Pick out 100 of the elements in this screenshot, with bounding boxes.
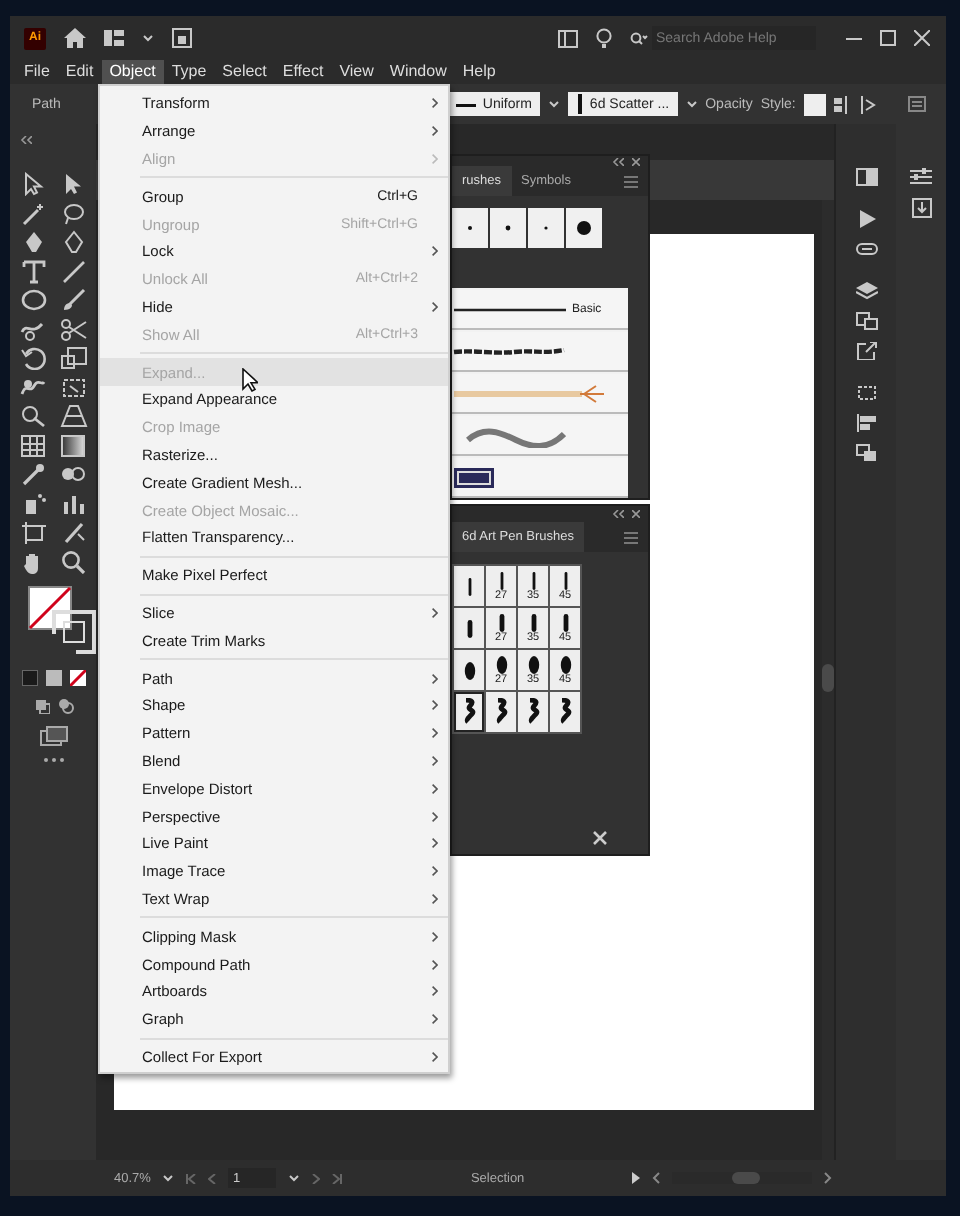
caret-icon[interactable] bbox=[685, 100, 698, 108]
stroke-swatch-icon[interactable] bbox=[51, 609, 95, 653]
scrollbar[interactable] bbox=[822, 200, 834, 1160]
close-icon[interactable] bbox=[632, 510, 640, 518]
previous-page-icon[interactable] bbox=[208, 1173, 217, 1183]
warp-icon[interactable] bbox=[19, 375, 47, 399]
color-mode-icon[interactable] bbox=[21, 669, 37, 685]
scrollbar-thumb[interactable] bbox=[822, 664, 834, 692]
menu-title[interactable]: File bbox=[16, 60, 58, 84]
search-icon[interactable] bbox=[630, 31, 648, 45]
caret-icon[interactable] bbox=[288, 1174, 301, 1182]
caret-icon[interactable] bbox=[142, 34, 154, 42]
type-icon[interactable] bbox=[19, 259, 47, 283]
menu-title[interactable]: Help bbox=[454, 60, 504, 84]
links-icon[interactable] bbox=[855, 240, 877, 258]
line-icon[interactable] bbox=[59, 259, 87, 283]
lasso-icon[interactable] bbox=[59, 201, 87, 225]
sliders-icon[interactable] bbox=[910, 168, 932, 186]
export-icon[interactable] bbox=[855, 342, 877, 360]
menu-title[interactable]: Type bbox=[163, 60, 215, 84]
workspace-icon[interactable] bbox=[104, 30, 124, 46]
align-icon[interactable] bbox=[833, 95, 852, 113]
chevron-right-icon bbox=[431, 673, 437, 684]
next-page-icon[interactable] bbox=[312, 1173, 321, 1183]
fill-swatch-icon[interactable] bbox=[27, 585, 71, 629]
transform-box-icon[interactable] bbox=[855, 384, 877, 402]
gradient-mode-icon[interactable] bbox=[45, 669, 61, 685]
eyedropper-icon[interactable] bbox=[19, 462, 47, 486]
artboards-icon[interactable] bbox=[855, 312, 877, 330]
draw-behind-icon[interactable] bbox=[57, 697, 73, 713]
brush-cell[interactable] bbox=[550, 692, 580, 732]
brush-cell[interactable] bbox=[454, 608, 484, 648]
style-swatch[interactable] bbox=[803, 93, 826, 115]
menu-title[interactable]: Edit bbox=[57, 60, 102, 84]
import-icon[interactable] bbox=[911, 198, 931, 218]
brush-swatch[interactable] bbox=[566, 208, 602, 248]
panel-menu-icon[interactable] bbox=[624, 175, 638, 187]
align-panel-icon[interactable] bbox=[855, 414, 877, 432]
scroll-left-icon[interactable] bbox=[652, 1172, 661, 1184]
play-icon[interactable] bbox=[855, 210, 877, 228]
home-icon[interactable] bbox=[64, 28, 86, 48]
menu-title[interactable]: Select bbox=[214, 60, 275, 84]
list-icon[interactable] bbox=[908, 96, 926, 112]
brush-cell[interactable] bbox=[518, 692, 548, 732]
layers-icon[interactable] bbox=[855, 282, 877, 300]
properties-icon[interactable] bbox=[855, 168, 877, 186]
transform-icon[interactable] bbox=[859, 95, 878, 113]
gradient-icon[interactable] bbox=[59, 433, 87, 457]
lightbulb-icon[interactable] bbox=[596, 27, 612, 49]
brush-swatch[interactable] bbox=[528, 208, 564, 248]
menu-title[interactable]: View bbox=[331, 60, 382, 84]
artboard-icon[interactable] bbox=[19, 520, 47, 544]
perspective-grid-icon[interactable] bbox=[59, 404, 87, 428]
chevron-right-icon bbox=[431, 959, 437, 969]
collapse-icon[interactable] bbox=[612, 510, 624, 518]
scissors-icon[interactable] bbox=[59, 317, 87, 341]
play-icon[interactable] bbox=[632, 1172, 641, 1184]
menu-title[interactable]: Window bbox=[381, 60, 455, 84]
brush-cell[interactable] bbox=[454, 692, 484, 732]
mesh-icon[interactable] bbox=[19, 433, 47, 457]
scale-icon[interactable] bbox=[59, 346, 87, 370]
close-icon[interactable] bbox=[632, 157, 640, 165]
last-page-icon[interactable] bbox=[332, 1173, 343, 1183]
free-transform-icon[interactable] bbox=[59, 375, 87, 399]
delete-icon[interactable] bbox=[592, 830, 608, 846]
first-page-icon[interactable] bbox=[186, 1173, 197, 1183]
brush-cell[interactable] bbox=[454, 650, 484, 690]
arrange-icon[interactable] bbox=[172, 28, 192, 48]
ellipse-icon[interactable] bbox=[19, 288, 47, 312]
chevron-right-icon bbox=[431, 1051, 437, 1062]
panel-menu-icon[interactable] bbox=[624, 531, 638, 543]
none-mode-icon[interactable] bbox=[69, 669, 85, 685]
brush-swatch[interactable] bbox=[490, 208, 526, 248]
draw-normal-icon[interactable] bbox=[33, 697, 49, 713]
blend-icon[interactable] bbox=[59, 462, 87, 486]
maximize-icon[interactable] bbox=[880, 30, 896, 46]
menu-title[interactable]: Effect bbox=[274, 60, 332, 84]
shaper-icon[interactable] bbox=[19, 317, 47, 341]
caret-icon[interactable] bbox=[547, 100, 560, 108]
collapse-icon[interactable] bbox=[20, 136, 32, 144]
paintbrush-icon[interactable] bbox=[59, 288, 87, 312]
selection-arrow-icon[interactable] bbox=[19, 172, 47, 196]
brush-cell[interactable] bbox=[486, 692, 516, 732]
bar-chart-icon[interactable] bbox=[59, 491, 87, 515]
brush-stroke-icon bbox=[575, 94, 584, 114]
zoom-icon[interactable] bbox=[59, 549, 87, 573]
brush-swatch[interactable] bbox=[452, 208, 488, 248]
close-icon[interactable] bbox=[914, 30, 930, 46]
chevron-right-icon bbox=[431, 811, 437, 822]
menu-title[interactable]: Object bbox=[101, 60, 164, 84]
magic-wand-icon[interactable] bbox=[19, 201, 47, 225]
pathfinder-icon[interactable] bbox=[855, 444, 877, 462]
caret-icon[interactable] bbox=[162, 1174, 175, 1182]
collapse-icon[interactable] bbox=[612, 157, 624, 165]
screen-mode-icon[interactable] bbox=[39, 725, 67, 745]
scrollbar-thumb[interactable] bbox=[732, 1172, 761, 1184]
brush-cell[interactable] bbox=[454, 566, 484, 606]
rotate-icon[interactable] bbox=[19, 346, 47, 370]
scroll-right-icon[interactable] bbox=[824, 1172, 833, 1184]
panel-icon[interactable] bbox=[558, 29, 578, 47]
